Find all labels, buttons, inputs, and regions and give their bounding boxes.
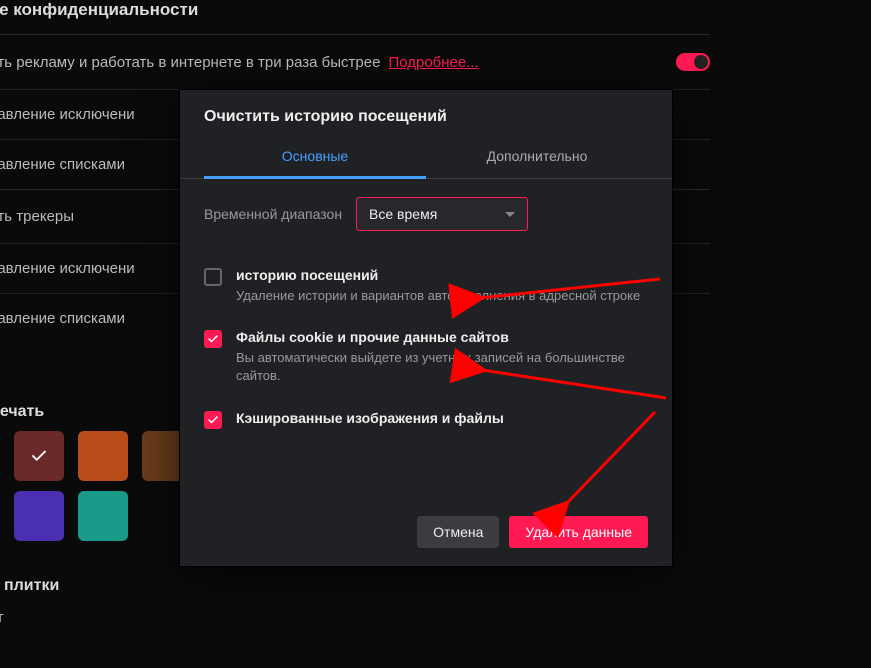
time-range-row: Временной диапазон Все время <box>180 179 672 249</box>
option-desc: Удаление истории и вариантов автозаполне… <box>236 287 640 305</box>
option-title: историю посещений <box>236 267 640 283</box>
checkbox-browsing-history[interactable] <box>204 268 222 286</box>
dialog-footer: Отмена Удалить данные <box>180 498 672 566</box>
time-range-value: Все время <box>369 206 437 222</box>
checkbox-cookies[interactable] <box>204 330 222 348</box>
swatch-2[interactable] <box>14 431 64 481</box>
radio-no-label: Нет <box>0 609 3 626</box>
ad-blocker-toggle[interactable] <box>676 53 710 71</box>
tab-basic[interactable]: Основные <box>204 136 426 179</box>
swatch-3[interactable] <box>78 431 128 481</box>
check-icon <box>207 333 219 345</box>
cancel-button[interactable]: Отмена <box>417 516 499 548</box>
tile-animation-title: мация плитки <box>0 577 710 595</box>
option-title: Файлы cookie и прочие данные сайтов <box>236 329 648 345</box>
ad-blocker-label: кировать рекламу и работать в интернете … <box>0 54 380 71</box>
tab-advanced[interactable]: Дополнительно <box>426 136 648 178</box>
swatch-6[interactable] <box>14 491 64 541</box>
chevron-down-icon <box>505 212 515 217</box>
swatch-7[interactable] <box>78 491 128 541</box>
dialog-tabs: Основные Дополнительно <box>180 136 672 179</box>
block-trackers-label: кировать трекеры <box>0 208 74 225</box>
setting-ad-blocker: кировать рекламу и работать в интернете … <box>0 34 710 89</box>
option-browsing-history: историю посещений Удаление истории и вар… <box>204 255 648 317</box>
clear-options: историю посещений Удаление истории и вар… <box>180 249 672 441</box>
time-range-label: Временной диапазон <box>204 206 342 222</box>
time-range-select[interactable]: Все время <box>356 197 528 231</box>
clear-history-dialog: Очистить историю посещений Основные Допо… <box>180 90 672 566</box>
option-cookies: Файлы cookie и прочие данные сайтов Вы а… <box>204 317 648 397</box>
learn-more-link[interactable]: Подробнее... <box>388 54 478 71</box>
option-cache: Кэшированные изображения и файлы <box>204 398 648 441</box>
section-privacy-title: ечение конфиденциальности <box>0 0 710 34</box>
option-title: Кэшированные изображения и файлы <box>236 410 504 426</box>
delete-data-button[interactable]: Удалить данные <box>509 516 648 548</box>
checkbox-cache[interactable] <box>204 411 222 429</box>
option-desc: Вы автоматически выйдете из учетных запи… <box>236 349 648 385</box>
check-icon <box>207 414 219 426</box>
dialog-title: Очистить историю посещений <box>180 90 672 136</box>
check-icon <box>30 447 48 465</box>
